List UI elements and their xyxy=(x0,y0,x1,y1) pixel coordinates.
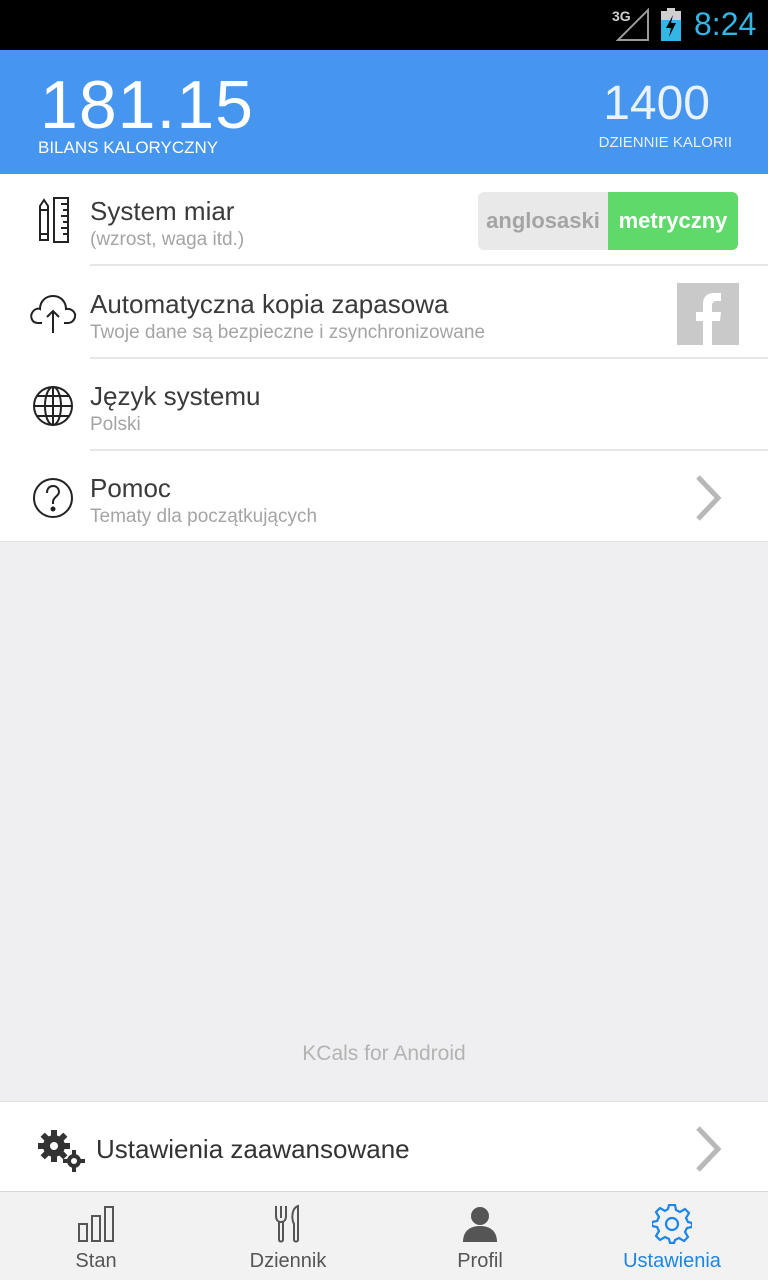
app-footer-note: KCals for Android xyxy=(302,1042,466,1065)
setting-title: Pomoc xyxy=(90,473,171,503)
help-circle-icon xyxy=(28,473,78,523)
setting-title: Język systemu xyxy=(90,381,261,411)
nav-tab-profil[interactable]: Profil xyxy=(384,1192,576,1280)
setting-language[interactable]: Język systemu Polski xyxy=(0,359,768,451)
globe-icon xyxy=(28,381,78,431)
nav-tab-ustawienia[interactable]: Ustawienia xyxy=(576,1192,768,1280)
network-type: 3G xyxy=(612,8,631,24)
nav-label: Stan xyxy=(75,1250,117,1272)
battery-charging-icon xyxy=(660,8,682,42)
setting-subtitle: (wzrost, waga itd.) xyxy=(90,229,245,250)
nav-tab-stan[interactable]: Stan xyxy=(0,1192,192,1280)
chevron-right-icon xyxy=(692,1124,726,1174)
gear-icon xyxy=(652,1204,692,1244)
nav-label: Profil xyxy=(457,1250,503,1272)
settings-list: System miar (wzrost, waga itd.) anglosas… xyxy=(0,174,768,542)
setting-subtitle: Tematy dla początkujących xyxy=(90,506,318,527)
advanced-settings-label: Ustawienia zaawansowane xyxy=(96,1134,410,1164)
setting-title: System miar xyxy=(90,196,235,226)
fork-knife-icon xyxy=(275,1204,299,1243)
nav-label: Dziennik xyxy=(249,1250,327,1272)
setting-help[interactable]: Pomoc Tematy dla początkujących xyxy=(0,451,768,543)
unit-system-toggle: anglosaski metryczny xyxy=(478,192,738,250)
clock: 8:24 xyxy=(694,6,757,42)
daily-calories-label: DZIENNIE KALORII xyxy=(598,134,732,151)
gears-icon xyxy=(36,1128,86,1172)
chevron-right-icon xyxy=(692,473,726,523)
setting-auto-backup[interactable]: Automatyczna kopia zapasowa Twoje dane s… xyxy=(0,267,768,359)
imperial-option[interactable]: anglosaski xyxy=(478,192,608,250)
cloud-upload-icon xyxy=(28,287,78,337)
person-icon xyxy=(463,1207,497,1242)
setting-unit-system: System miar (wzrost, waga itd.) anglosas… xyxy=(0,174,768,266)
calorie-balance-value: 181.15 xyxy=(40,67,254,143)
setting-title: Automatyczna kopia zapasowa xyxy=(90,289,449,319)
nav-tab-dziennik[interactable]: Dziennik xyxy=(192,1192,384,1280)
daily-calories-value: 1400 xyxy=(603,77,710,130)
metric-option[interactable]: metryczny xyxy=(608,192,738,250)
advanced-settings-button[interactable]: Ustawienia zaawansowane xyxy=(0,1101,768,1191)
facebook-icon[interactable] xyxy=(677,283,739,345)
nav-label: Ustawienia xyxy=(623,1250,721,1272)
status-bar: 3G 8:24 xyxy=(0,0,768,50)
calorie-header: 181.15 BILANS KALORYCZNY 1400 DZIENNIE K… xyxy=(0,50,768,174)
bar-chart-icon xyxy=(78,1206,114,1242)
divider xyxy=(90,264,768,266)
setting-subtitle: Twoje dane są bezpieczne i zsynchronizow… xyxy=(90,322,486,343)
ruler-pencil-icon xyxy=(28,196,78,246)
setting-subtitle: Polski xyxy=(90,414,141,435)
bottom-navigation: Stan Dziennik Profil Ustawienia xyxy=(0,1191,768,1280)
calorie-balance-label: BILANS KALORYCZNY xyxy=(38,138,219,157)
signal-icon: 3G xyxy=(610,7,650,42)
